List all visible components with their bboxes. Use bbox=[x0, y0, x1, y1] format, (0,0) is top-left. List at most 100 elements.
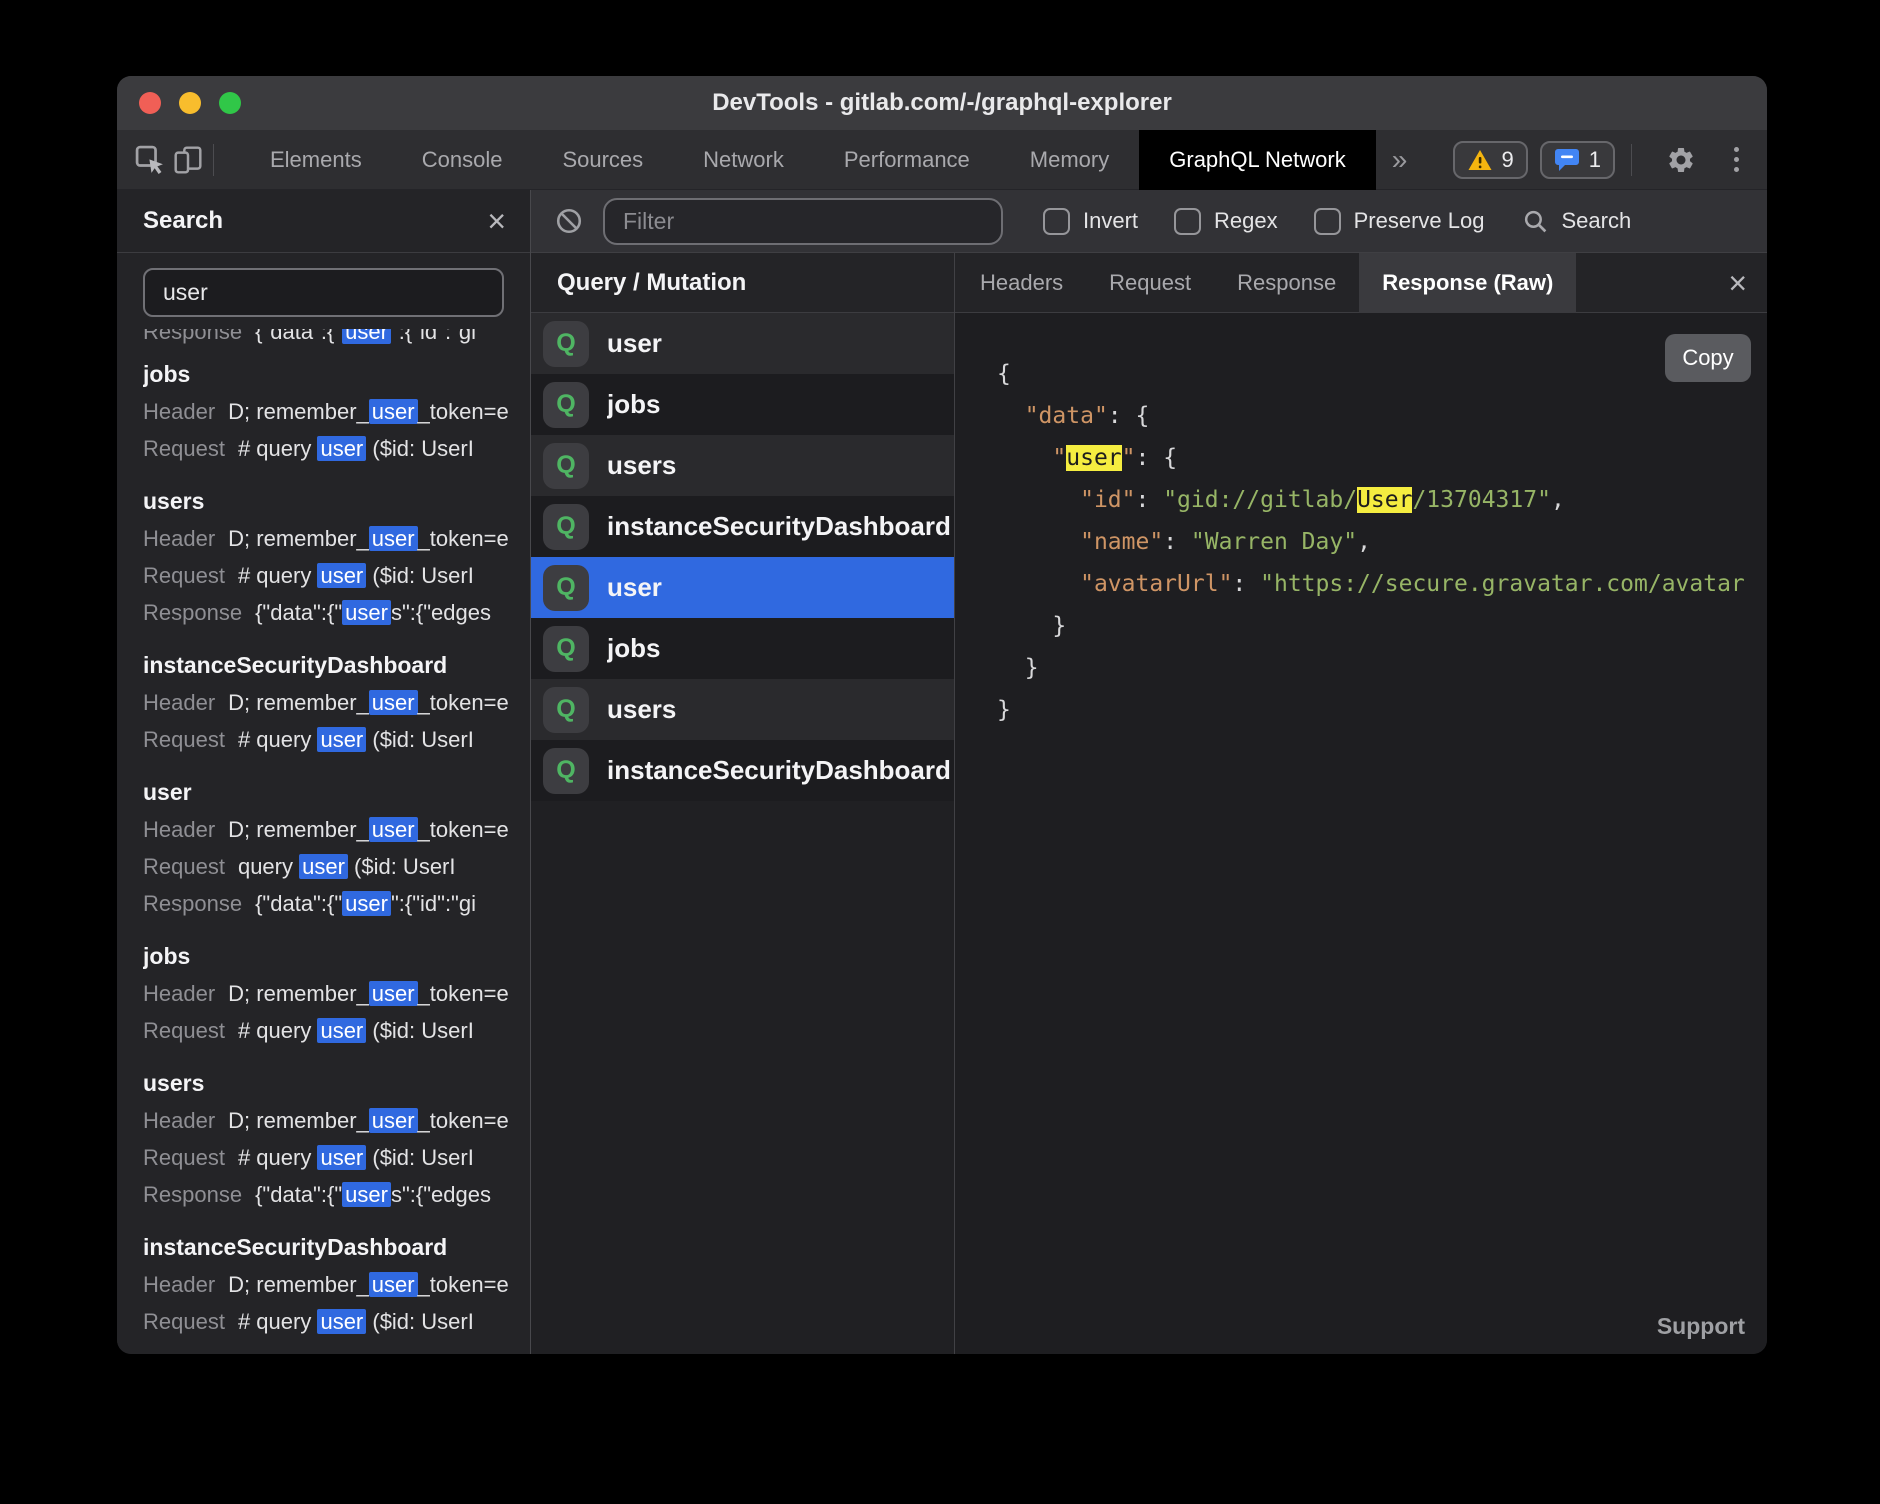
search-icon bbox=[1522, 208, 1549, 235]
search-result-row[interactable]: HeaderD; remember_user_token=e bbox=[143, 393, 530, 430]
result-row-label: Response bbox=[143, 329, 242, 344]
result-row-label: Header bbox=[143, 817, 215, 842]
response-tab-response[interactable]: Response bbox=[1214, 253, 1359, 313]
search-result-row[interactable]: Response{"data":{"user":{"id":"gi bbox=[143, 329, 530, 350]
invert-checkbox-group[interactable]: Invert bbox=[1043, 208, 1138, 235]
search-result-row[interactable]: Request# query user ($id: UserI bbox=[143, 721, 530, 758]
query-list-item-jobs[interactable]: Qjobs bbox=[531, 374, 954, 435]
query-list-item-user-selected[interactable]: Quser bbox=[531, 557, 954, 618]
detail-close-icon[interactable]: × bbox=[1728, 267, 1747, 299]
result-row-value: # query user ($id: UserI bbox=[238, 563, 474, 588]
filter-input[interactable] bbox=[603, 198, 1003, 245]
search-result-row[interactable]: HeaderD; remember_user_token=e bbox=[143, 684, 530, 721]
result-row-label: Header bbox=[143, 690, 215, 715]
response-tab-response-raw[interactable]: Response (Raw) bbox=[1359, 253, 1576, 313]
response-tabs: HeadersRequestResponseResponse (Raw) bbox=[955, 253, 1576, 313]
more-tabs-chevron[interactable]: » bbox=[1392, 144, 1408, 176]
regex-checkbox[interactable] bbox=[1174, 208, 1201, 235]
query-list-item-label: jobs bbox=[607, 633, 660, 664]
clear-filter-icon[interactable] bbox=[555, 207, 583, 235]
toolbar-search-button[interactable]: Search bbox=[1522, 208, 1631, 235]
warnings-badge[interactable]: 9 bbox=[1453, 141, 1528, 179]
search-result-row[interactable]: Response{"data":{"users":{"edges bbox=[143, 1176, 530, 1213]
device-toolbar-icon[interactable] bbox=[169, 138, 207, 182]
search-result-row[interactable]: Request query user ($id: UserI bbox=[143, 848, 530, 885]
response-tab-headers[interactable]: Headers bbox=[957, 253, 1086, 313]
devtools-tab-console[interactable]: Console bbox=[392, 130, 533, 190]
query-list-item-label: users bbox=[607, 694, 676, 725]
result-row-value: D; remember_user_token=e bbox=[228, 817, 509, 842]
devtools-tab-sources[interactable]: Sources bbox=[532, 130, 673, 190]
devtools-tab-network[interactable]: Network bbox=[673, 130, 814, 190]
search-result-row[interactable]: Response{"data":{"user":{"id":"gi bbox=[143, 885, 530, 922]
query-type-badge: Q bbox=[543, 443, 589, 489]
settings-gear-icon[interactable] bbox=[1662, 138, 1700, 182]
result-row-label: Header bbox=[143, 1272, 215, 1297]
copy-button[interactable]: Copy bbox=[1665, 334, 1751, 382]
search-result-group-title: instanceSecurityDashboard bbox=[143, 647, 530, 684]
result-row-value: {"data":{"users":{"edges bbox=[255, 1182, 491, 1207]
invert-checkbox[interactable] bbox=[1043, 208, 1070, 235]
query-list-item-jobs[interactable]: Qjobs bbox=[531, 618, 954, 679]
result-row-value: {"data":{"users":{"edges bbox=[255, 600, 491, 625]
support-link[interactable]: Support bbox=[1657, 1313, 1745, 1340]
preserve-log-checkbox-label: Preserve Log bbox=[1354, 208, 1485, 234]
result-row-label: Response bbox=[143, 891, 242, 916]
search-result-row[interactable]: HeaderD; remember_user_token=e bbox=[143, 1102, 530, 1139]
devtools-tab-bar: ElementsConsoleSourcesNetworkPerformance… bbox=[117, 130, 1767, 190]
issues-badge[interactable]: 1 bbox=[1540, 141, 1615, 179]
minimize-window-button[interactable] bbox=[179, 92, 201, 114]
search-result-row[interactable]: Request# query user ($id: UserI bbox=[143, 1139, 530, 1176]
search-panel-header: Search × bbox=[117, 190, 530, 253]
result-row-value: query user ($id: UserI bbox=[238, 854, 456, 879]
search-result-row[interactable]: HeaderD; remember_user_token=e bbox=[143, 1266, 530, 1303]
devtools-tab-graphql-network[interactable]: GraphQL Network bbox=[1139, 130, 1375, 190]
result-row-label: Header bbox=[143, 1108, 215, 1133]
inspect-element-icon[interactable] bbox=[131, 138, 169, 182]
search-result-row[interactable]: HeaderD; remember_user_token=e bbox=[143, 975, 530, 1012]
search-result-row[interactable]: Request# query user ($id: UserI bbox=[143, 557, 530, 594]
regex-checkbox-group[interactable]: Regex bbox=[1174, 208, 1278, 235]
result-row-value: # query user ($id: UserI bbox=[238, 727, 474, 752]
query-list-item-label: user bbox=[607, 328, 662, 359]
query-list-item-users[interactable]: Qusers bbox=[531, 435, 954, 496]
query-list-item-user[interactable]: Quser bbox=[531, 313, 954, 374]
close-window-button[interactable] bbox=[139, 92, 161, 114]
search-result-row[interactable]: Response{"data":{"users":{"edges bbox=[143, 594, 530, 631]
result-row-value: D; remember_user_token=e bbox=[228, 526, 509, 551]
traffic-lights bbox=[139, 92, 241, 114]
result-row-label: Request bbox=[143, 854, 225, 879]
devtools-tab-performance[interactable]: Performance bbox=[814, 130, 1000, 190]
query-type-badge: Q bbox=[543, 382, 589, 428]
preserve-log-checkbox-group[interactable]: Preserve Log bbox=[1314, 208, 1485, 235]
search-result-row[interactable]: Request# query user ($id: UserI bbox=[143, 1303, 530, 1340]
query-list-item-instancesecuritydashboard[interactable]: QinstanceSecurityDashboard bbox=[531, 740, 954, 801]
search-input[interactable] bbox=[143, 268, 504, 317]
devtools-tab-memory[interactable]: Memory bbox=[1000, 130, 1139, 190]
search-result-row[interactable]: HeaderD; remember_user_token=e bbox=[143, 520, 530, 557]
search-match-highlight: user bbox=[369, 981, 418, 1006]
query-type-badge: Q bbox=[543, 687, 589, 733]
query-list-item-label: jobs bbox=[607, 389, 660, 420]
response-tab-request[interactable]: Request bbox=[1086, 253, 1214, 313]
search-result-row[interactable]: Request# query user ($id: UserI bbox=[143, 1012, 530, 1049]
search-result-row[interactable]: Header D; remember_user_token=e bbox=[143, 811, 530, 848]
more-options-icon[interactable] bbox=[1726, 147, 1747, 172]
search-match-highlight: user bbox=[299, 854, 348, 879]
zoom-window-button[interactable] bbox=[219, 92, 241, 114]
preserve-log-checkbox[interactable] bbox=[1314, 208, 1341, 235]
query-list-item-label: instanceSecurityDashboard bbox=[607, 755, 951, 786]
query-list-item-users[interactable]: Qusers bbox=[531, 679, 954, 740]
search-close-icon[interactable]: × bbox=[487, 205, 506, 237]
devtools-tab-elements[interactable]: Elements bbox=[240, 130, 392, 190]
search-result-group-title: user bbox=[143, 774, 530, 811]
search-result-row[interactable]: Request# query user ($id: UserI bbox=[143, 430, 530, 467]
search-match-highlight: user bbox=[369, 1272, 418, 1297]
result-row-value: # query user ($id: UserI bbox=[238, 1309, 474, 1334]
search-match-highlight: user bbox=[342, 891, 391, 916]
issue-bubble-icon bbox=[1554, 147, 1580, 173]
search-match-highlight: user bbox=[317, 436, 366, 461]
query-list-item-instancesecuritydashboard[interactable]: QinstanceSecurityDashboard bbox=[531, 496, 954, 557]
result-row-value: D; remember_user_token=e bbox=[228, 399, 509, 424]
search-result-group-title: users bbox=[143, 1065, 530, 1102]
